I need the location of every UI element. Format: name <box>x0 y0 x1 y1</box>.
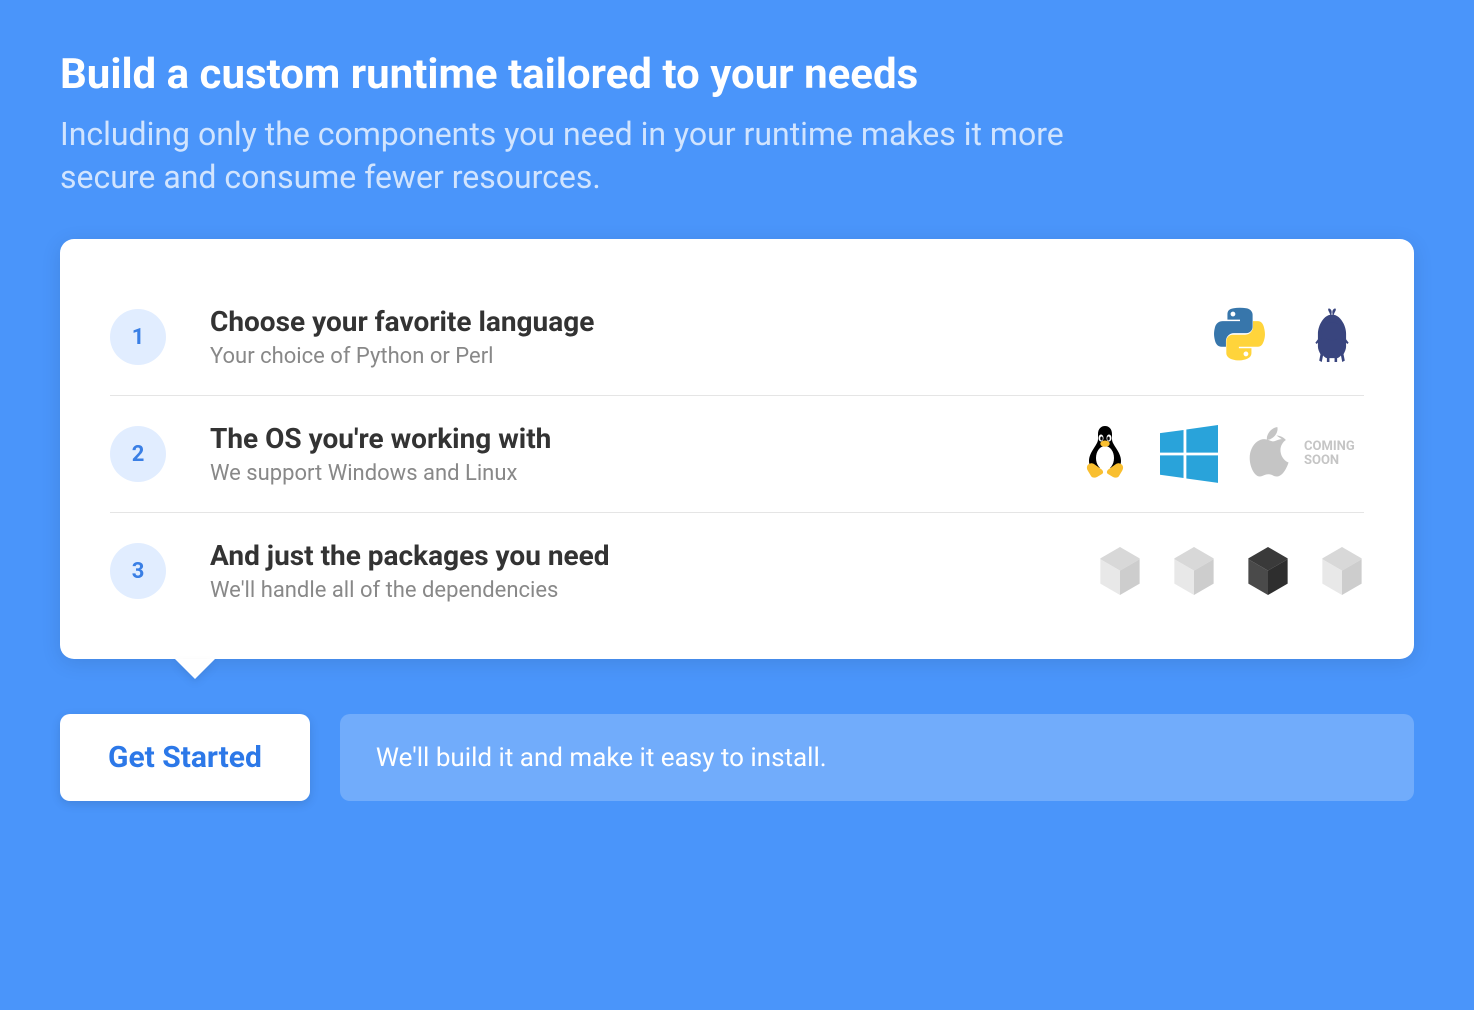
package-icon-selected <box>1246 547 1290 595</box>
windows-icon <box>1160 425 1218 483</box>
step-number-badge: 3 <box>110 543 166 599</box>
step-os: 2 The OS you're working with We support … <box>110 396 1364 513</box>
step-subtitle: We'll handle all of the dependencies <box>210 578 1098 603</box>
step-title: The OS you're working with <box>210 422 1080 455</box>
page-title: Build a custom runtime tailored to your … <box>60 50 1414 99</box>
step-icons <box>1210 307 1364 367</box>
footer-note-text: We'll build it and make it easy to insta… <box>376 743 827 773</box>
step-icons <box>1098 547 1364 595</box>
linux-icon <box>1080 425 1130 483</box>
step-subtitle: We support Windows and Linux <box>210 461 1080 486</box>
steps-card: 1 Choose your favorite language Your cho… <box>60 239 1414 659</box>
step-number-badge: 2 <box>110 426 166 482</box>
step-subtitle: Your choice of Python or Perl <box>210 344 1210 369</box>
step-text: Choose your favorite language Your choic… <box>210 305 1210 369</box>
page-subtitle: Including only the components you need i… <box>60 113 1160 199</box>
header: Build a custom runtime tailored to your … <box>60 50 1414 199</box>
step-title: And just the packages you need <box>210 539 1098 572</box>
apple-icon <box>1248 427 1294 481</box>
step-packages: 3 And just the packages you need We'll h… <box>110 513 1364 629</box>
footer-note: We'll build it and make it easy to insta… <box>340 714 1414 801</box>
step-text: And just the packages you need We'll han… <box>210 539 1098 603</box>
step-text: The OS you're working with We support Wi… <box>210 422 1080 486</box>
package-icon <box>1172 547 1216 595</box>
package-icon <box>1098 547 1142 595</box>
package-icon <box>1320 547 1364 595</box>
apple-coming-soon: COMING SOON <box>1248 427 1364 481</box>
step-language: 1 Choose your favorite language Your cho… <box>110 279 1364 396</box>
step-number-badge: 1 <box>110 309 166 365</box>
footer: Get Started We'll build it and make it e… <box>60 714 1414 801</box>
perl-icon <box>1300 308 1364 366</box>
step-title: Choose your favorite language <box>210 305 1210 338</box>
python-icon <box>1210 307 1270 367</box>
coming-soon-label: COMING SOON <box>1304 440 1364 469</box>
get-started-button[interactable]: Get Started <box>60 714 310 801</box>
step-icons: COMING SOON <box>1080 425 1364 483</box>
